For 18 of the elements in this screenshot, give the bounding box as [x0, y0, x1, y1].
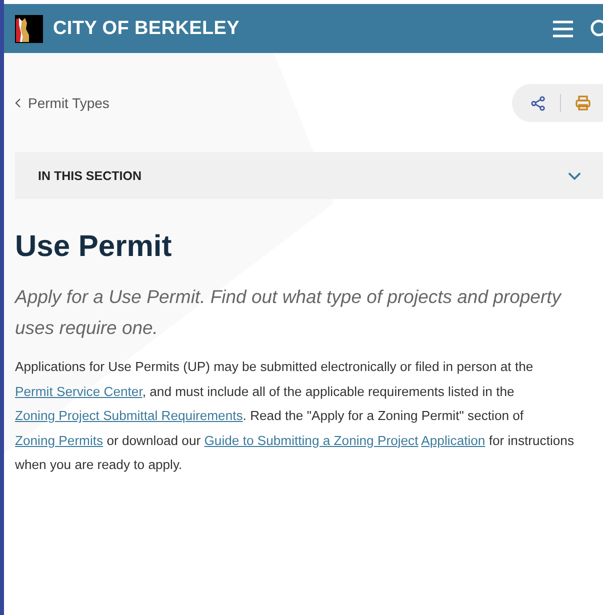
- search-icon[interactable]: [589, 18, 603, 38]
- chevron-left-icon: [15, 98, 21, 108]
- chevron-down-icon: [568, 172, 581, 180]
- text-link[interactable]: Application: [421, 432, 486, 448]
- share-icon[interactable]: [531, 96, 546, 110]
- section-menu-toggle[interactable]: IN THIS SECTION: [15, 152, 603, 199]
- text-link[interactable]: Permit Service Center: [15, 384, 142, 399]
- menu-icon[interactable]: [553, 20, 573, 38]
- page-title: Use Permit: [15, 229, 173, 265]
- printer-icon[interactable]: [575, 95, 591, 111]
- page-subtitle: Apply for a Use Permit. Find out what type of projects and property uses require one.: [15, 285, 563, 340]
- breadcrumb-link[interactable]: Permit Types: [15, 95, 110, 111]
- logo-icon: [15, 14, 43, 42]
- body-paragraph: Applications for Use Permits (UP) may be submitted electronically or filed in person at the Permit Service Center, and must include all of the applicable requirements listed in the Zoning Project Submittal Requirements. Read the "Apply for a Zoning Permit" section of Zoning Permits or download our Guide to Submitting a Zoning Project Application for instructions when you are ready to apply.: [15, 358, 575, 474]
- text-link[interactable]: Guide to Submitting a Zoning Project: [204, 432, 418, 448]
- text-link[interactable]: Zoning Permits: [15, 432, 104, 448]
- site-title[interactable]: CITY OF BERKELEY: [53, 18, 240, 40]
- text-link[interactable]: Zoning Project Submittal Requirements: [15, 408, 243, 424]
